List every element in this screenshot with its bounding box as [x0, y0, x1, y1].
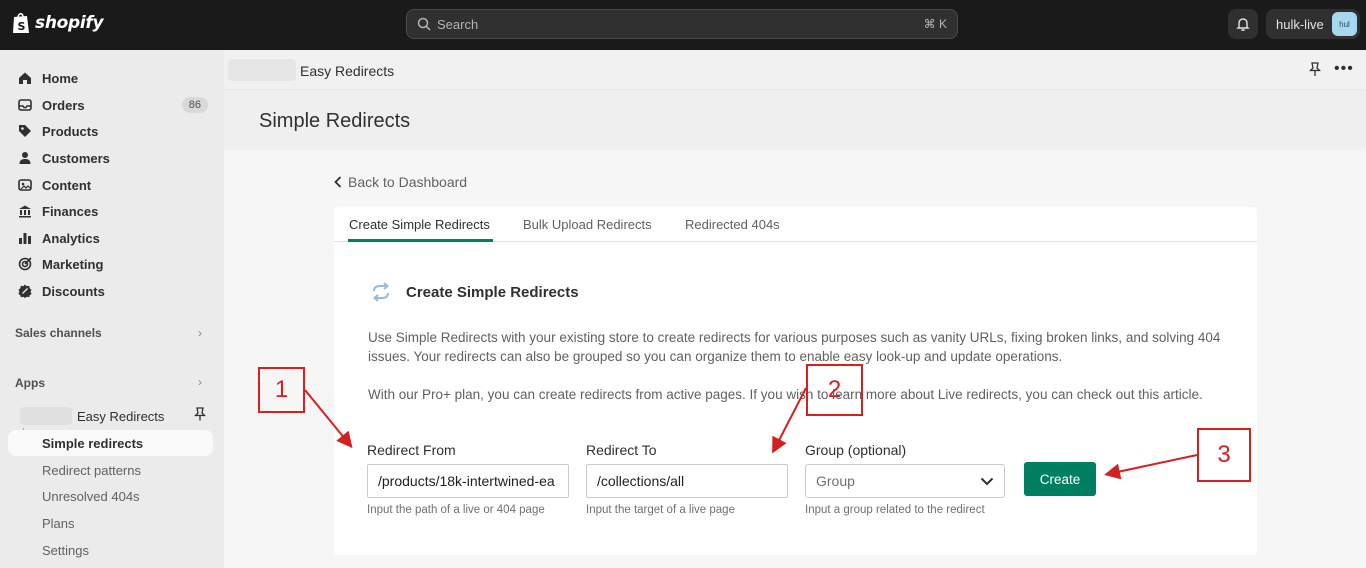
group-hint: Input a group related to the redirect	[805, 504, 985, 516]
group-placeholder: Group	[816, 473, 855, 489]
sidebar-item-label: Discounts	[42, 283, 105, 299]
back-label: Back to Dashboard	[348, 174, 468, 190]
chevron-left-icon	[334, 176, 342, 188]
page-header: Simple Redirects	[224, 90, 1366, 150]
redirect-from-input[interactable]	[367, 464, 569, 498]
redirect-to-input[interactable]	[586, 464, 788, 498]
search-bar[interactable]: Search ⌘ K	[406, 9, 958, 39]
app-icon-placeholder	[228, 59, 296, 81]
sidebar-item-customers[interactable]: Customers	[8, 145, 213, 171]
tab-create-simple-redirects[interactable]: Create Simple Redirects	[349, 217, 490, 232]
redirect-to-label: Redirect To	[586, 442, 657, 458]
section-title: Create Simple Redirects	[406, 283, 579, 301]
redirect-from-label: Redirect From	[367, 442, 456, 458]
annotation-box-3: 3	[1197, 428, 1251, 482]
sidebar-subitem-plans[interactable]: Plans	[8, 510, 213, 536]
back-to-dashboard-link[interactable]: Back to Dashboard	[334, 174, 467, 190]
page-title: Simple Redirects	[259, 110, 411, 132]
annotation-box-1: 1	[258, 367, 305, 413]
sidebar-item-label: Customers	[42, 150, 110, 166]
tab-bar: Create Simple Redirects Bulk Upload Redi…	[334, 207, 1257, 242]
pin-icon[interactable]	[1308, 62, 1322, 80]
main-content: Easy Redirects ••• Simple Redirects Back…	[224, 50, 1366, 568]
sidebar-subitem-unresolved-404s[interactable]: Unresolved 404s	[8, 483, 213, 509]
top-bar: S shopify Search ⌘ K hulk-live hul	[0, 0, 1366, 50]
section-header: Create Simple Redirects	[370, 282, 579, 302]
sidebar-item-label: Products	[42, 123, 99, 139]
person-icon	[18, 151, 32, 165]
tab-redirected-404s[interactable]: Redirected 404s	[685, 217, 780, 232]
redirect-from-field: Redirect From Input the path of a live o…	[367, 442, 569, 516]
discount-icon	[18, 284, 32, 298]
bank-icon	[18, 204, 32, 218]
store-avatar: hul	[1332, 12, 1357, 36]
target-icon	[18, 257, 32, 271]
annotation-box-2: 2	[806, 364, 863, 416]
sidebar-item-label: Finances	[42, 203, 99, 219]
app-title-bar: Easy Redirects •••	[224, 50, 1366, 90]
sidebar-item-label: Orders	[42, 97, 85, 113]
more-actions-icon[interactable]: •••	[1334, 60, 1354, 78]
redirect-to-hint: Input the target of a live page	[586, 504, 735, 516]
tab-bulk-upload-redirects[interactable]: Bulk Upload Redirects	[523, 217, 652, 232]
sidebar-item-content[interactable]: Content	[8, 172, 213, 198]
store-menu-button[interactable]: hulk-live hul	[1266, 9, 1360, 39]
apps-label[interactable]: Apps	[15, 376, 45, 390]
sidebar-item-marketing[interactable]: Marketing	[8, 251, 213, 277]
group-label: Group (optional)	[805, 442, 907, 458]
search-shortcut: ⌘ K	[923, 17, 947, 31]
store-name: hulk-live	[1276, 16, 1324, 32]
sidebar-item-orders[interactable]: Orders 86	[8, 92, 213, 118]
app-title: Easy Redirects	[300, 63, 395, 79]
sidebar-subitem-simple-redirects[interactable]: Simple redirects	[8, 430, 213, 456]
home-icon	[18, 71, 32, 85]
sidebar-item-products[interactable]: Products	[8, 118, 213, 144]
group-select[interactable]: Group	[805, 464, 1005, 498]
sidebar-subitem-redirect-patterns[interactable]: Redirect patterns	[8, 457, 213, 483]
sidebar-item-label: Marketing	[42, 256, 104, 272]
app-name: Easy Redirects	[77, 408, 165, 424]
sidebar-item-home[interactable]: Home	[8, 65, 213, 91]
pin-icon[interactable]	[193, 407, 207, 424]
app-icon-placeholder	[20, 407, 72, 425]
tag-icon	[18, 124, 32, 138]
chevron-right-icon[interactable]: ›	[198, 326, 202, 340]
active-tab-indicator	[348, 239, 493, 242]
notifications-button[interactable]	[1228, 9, 1258, 39]
app-canvas: Back to Dashboard Create Simple Redirect…	[224, 150, 1366, 568]
chart-icon	[18, 231, 32, 245]
redirect-arrows-icon	[372, 282, 390, 302]
group-field: Group (optional) Group Input a group rel…	[805, 442, 1005, 516]
sidebar-subitem-settings[interactable]: Settings	[8, 537, 213, 563]
sidebar-app-easy-redirects[interactable]: Easy Redirects	[20, 405, 213, 427]
search-placeholder: Search	[437, 16, 479, 32]
orders-icon	[18, 98, 32, 112]
redirect-from-hint: Input the path of a live or 404 page	[367, 504, 545, 516]
chevron-right-icon[interactable]: ›	[198, 375, 202, 389]
svg-text:S: S	[18, 20, 26, 33]
sidebar-item-label: Content	[42, 177, 92, 193]
sidebar-item-finances[interactable]: Finances	[8, 198, 213, 224]
description-paragraph: Use Simple Redirects with your existing …	[368, 330, 1221, 364]
sales-channels-label[interactable]: Sales channels	[15, 326, 102, 340]
shopify-logo[interactable]: S shopify	[11, 11, 104, 35]
logo-text: shopify	[35, 13, 104, 33]
shopify-bag-icon: S	[13, 12, 29, 33]
redirect-to-field: Redirect To Input the target of a live p…	[586, 442, 788, 516]
bell-icon	[1236, 18, 1250, 31]
orders-count-badge: 86	[181, 97, 208, 113]
sidebar-item-analytics[interactable]: Analytics	[8, 225, 213, 251]
sidebar-item-label: Home	[42, 70, 79, 86]
create-button[interactable]: Create	[1024, 462, 1096, 496]
sidebar-item-label: Analytics	[42, 230, 100, 246]
chevron-down-icon	[980, 477, 994, 485]
redirects-card: Create Simple Redirects Bulk Upload Redi…	[334, 207, 1257, 555]
sidebar-item-discounts[interactable]: Discounts	[8, 278, 213, 304]
search-icon	[417, 17, 431, 31]
content-icon	[18, 178, 32, 192]
sidebar: Home Orders 86 Products Customers Conten…	[0, 50, 224, 568]
pro-plan-paragraph: With our Pro+ plan, you can create redir…	[368, 387, 1203, 402]
